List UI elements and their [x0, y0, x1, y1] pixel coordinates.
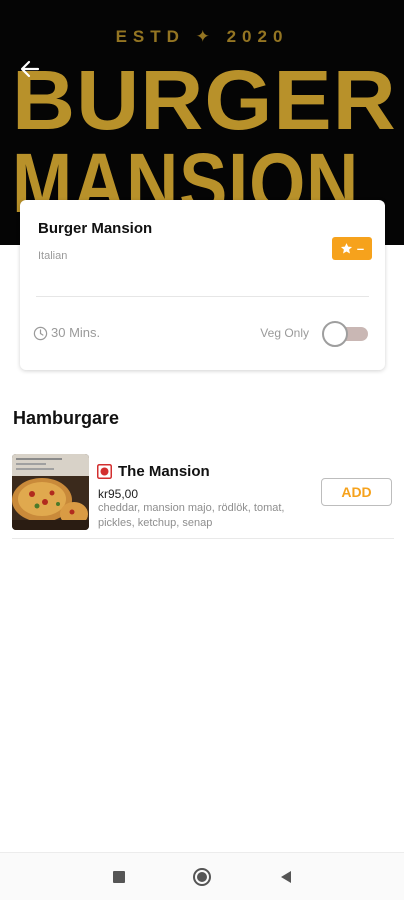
nav-recents-button[interactable] [109, 867, 129, 887]
rating-value: – [356, 241, 365, 256]
hero-estd-text: ESTD ✦ 2020 [115, 30, 289, 44]
card-divider [36, 296, 369, 297]
system-nav-bar [0, 852, 404, 900]
restaurant-info-card: Burger Mansion Italian – 30 Mins. Veg On… [20, 200, 385, 370]
add-button[interactable]: ADD [321, 478, 392, 506]
item-image [12, 454, 89, 530]
veg-only-label: Veg Only [260, 326, 309, 340]
circle-icon [193, 868, 211, 886]
item-name: The Mansion [118, 463, 210, 480]
delivery-time: 30 Mins. [51, 325, 101, 340]
veg-only-toggle[interactable] [322, 321, 368, 347]
back-button[interactable] [16, 55, 44, 83]
triangle-icon [281, 871, 291, 883]
item-price: kr95,00 [98, 487, 139, 501]
non-veg-indicator-icon [97, 464, 112, 479]
nav-back-button[interactable] [276, 867, 296, 887]
menu-item: The Mansion kr95,00 cheddar, mansion maj… [12, 453, 394, 539]
arrow-left-icon [20, 60, 40, 78]
rating-badge: – [332, 237, 372, 260]
restaurant-cuisine: Italian [38, 250, 68, 262]
menu-section-title: Hamburgare [13, 408, 120, 428]
clock-icon [33, 326, 48, 341]
nav-home-button[interactable] [192, 867, 212, 887]
square-icon [113, 871, 125, 883]
item-description: cheddar, mansion majo, rödlök, tomat, pi… [98, 502, 285, 529]
restaurant-name: Burger Mansion [38, 220, 153, 237]
star-icon [340, 243, 352, 254]
toggle-knob [322, 321, 348, 347]
